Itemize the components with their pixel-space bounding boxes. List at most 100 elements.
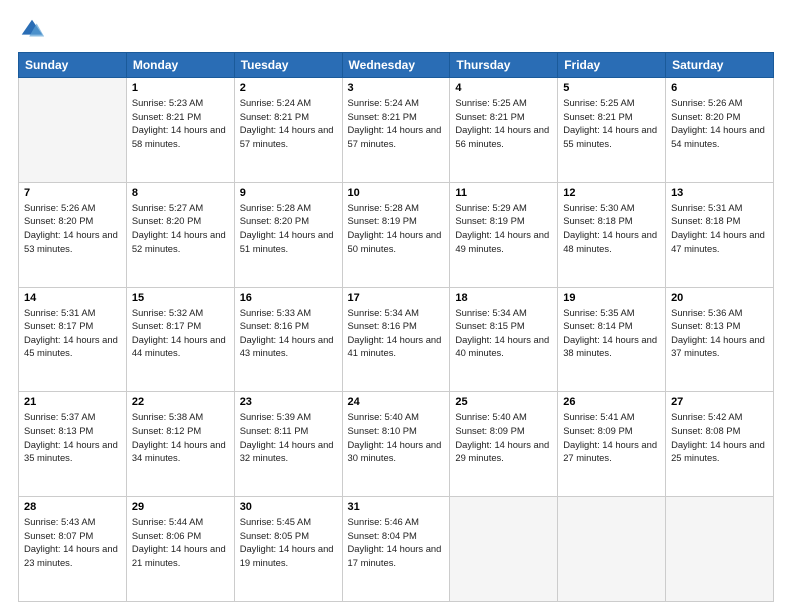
- cell-info: Sunrise: 5:23 AM Sunset: 8:21 PM Dayligh…: [132, 96, 229, 151]
- cell-info: Sunrise: 5:36 AM Sunset: 8:13 PM Dayligh…: [671, 306, 768, 361]
- day-number: 17: [348, 292, 445, 304]
- calendar-cell: 6 Sunrise: 5:26 AM Sunset: 8:20 PM Dayli…: [666, 78, 774, 183]
- sunrise-text: Sunrise: 5:23 AM: [132, 96, 229, 110]
- sunset-text: Sunset: 8:21 PM: [455, 110, 552, 124]
- calendar-cell: 23 Sunrise: 5:39 AM Sunset: 8:11 PM Dayl…: [234, 392, 342, 497]
- header: [18, 16, 774, 44]
- cell-info: Sunrise: 5:24 AM Sunset: 8:21 PM Dayligh…: [240, 96, 337, 151]
- day-number: 15: [132, 292, 229, 304]
- calendar-cell: 8 Sunrise: 5:27 AM Sunset: 8:20 PM Dayli…: [126, 182, 234, 287]
- calendar-cell: [666, 497, 774, 602]
- cell-info: Sunrise: 5:25 AM Sunset: 8:21 PM Dayligh…: [455, 96, 552, 151]
- day-number: 7: [24, 187, 121, 199]
- day-number: 24: [348, 396, 445, 408]
- calendar-cell: 2 Sunrise: 5:24 AM Sunset: 8:21 PM Dayli…: [234, 78, 342, 183]
- day-number: 8: [132, 187, 229, 199]
- cell-info: Sunrise: 5:34 AM Sunset: 8:15 PM Dayligh…: [455, 306, 552, 361]
- calendar-cell: 15 Sunrise: 5:32 AM Sunset: 8:17 PM Dayl…: [126, 287, 234, 392]
- day-number: 27: [671, 396, 768, 408]
- daylight-text: Daylight: 14 hours and 55 minutes.: [563, 123, 660, 150]
- day-number: 11: [455, 187, 552, 199]
- daylight-text: Daylight: 14 hours and 52 minutes.: [132, 228, 229, 255]
- day-number: 19: [563, 292, 660, 304]
- sunset-text: Sunset: 8:16 PM: [240, 319, 337, 333]
- sunset-text: Sunset: 8:20 PM: [671, 110, 768, 124]
- calendar-header-row: SundayMondayTuesdayWednesdayThursdayFrid…: [19, 53, 774, 78]
- daylight-text: Daylight: 14 hours and 29 minutes.: [455, 438, 552, 465]
- daylight-text: Daylight: 14 hours and 56 minutes.: [455, 123, 552, 150]
- calendar-cell: 5 Sunrise: 5:25 AM Sunset: 8:21 PM Dayli…: [558, 78, 666, 183]
- calendar-cell: 29 Sunrise: 5:44 AM Sunset: 8:06 PM Dayl…: [126, 497, 234, 602]
- cell-info: Sunrise: 5:26 AM Sunset: 8:20 PM Dayligh…: [671, 96, 768, 151]
- day-number: 3: [348, 82, 445, 94]
- day-number: 10: [348, 187, 445, 199]
- day-number: 20: [671, 292, 768, 304]
- day-number: 26: [563, 396, 660, 408]
- calendar-cell: 26 Sunrise: 5:41 AM Sunset: 8:09 PM Dayl…: [558, 392, 666, 497]
- day-number: 21: [24, 396, 121, 408]
- cell-info: Sunrise: 5:38 AM Sunset: 8:12 PM Dayligh…: [132, 410, 229, 465]
- daylight-text: Daylight: 14 hours and 38 minutes.: [563, 333, 660, 360]
- daylight-text: Daylight: 14 hours and 47 minutes.: [671, 228, 768, 255]
- daylight-text: Daylight: 14 hours and 54 minutes.: [671, 123, 768, 150]
- calendar-cell: 27 Sunrise: 5:42 AM Sunset: 8:08 PM Dayl…: [666, 392, 774, 497]
- calendar-cell: 12 Sunrise: 5:30 AM Sunset: 8:18 PM Dayl…: [558, 182, 666, 287]
- cell-info: Sunrise: 5:32 AM Sunset: 8:17 PM Dayligh…: [132, 306, 229, 361]
- calendar-week-row: 14 Sunrise: 5:31 AM Sunset: 8:17 PM Dayl…: [19, 287, 774, 392]
- sunset-text: Sunset: 8:09 PM: [563, 424, 660, 438]
- sunrise-text: Sunrise: 5:29 AM: [455, 201, 552, 215]
- day-number: 6: [671, 82, 768, 94]
- sunrise-text: Sunrise: 5:34 AM: [455, 306, 552, 320]
- calendar-day-header: Saturday: [666, 53, 774, 78]
- calendar-cell: 10 Sunrise: 5:28 AM Sunset: 8:19 PM Dayl…: [342, 182, 450, 287]
- day-number: 23: [240, 396, 337, 408]
- sunrise-text: Sunrise: 5:40 AM: [455, 410, 552, 424]
- calendar-cell: 1 Sunrise: 5:23 AM Sunset: 8:21 PM Dayli…: [126, 78, 234, 183]
- sunrise-text: Sunrise: 5:36 AM: [671, 306, 768, 320]
- sunrise-text: Sunrise: 5:41 AM: [563, 410, 660, 424]
- logo: [18, 16, 50, 44]
- sunset-text: Sunset: 8:09 PM: [455, 424, 552, 438]
- sunrise-text: Sunrise: 5:32 AM: [132, 306, 229, 320]
- calendar-cell: [19, 78, 127, 183]
- calendar-cell: 22 Sunrise: 5:38 AM Sunset: 8:12 PM Dayl…: [126, 392, 234, 497]
- cell-info: Sunrise: 5:24 AM Sunset: 8:21 PM Dayligh…: [348, 96, 445, 151]
- sunrise-text: Sunrise: 5:46 AM: [348, 515, 445, 529]
- sunset-text: Sunset: 8:11 PM: [240, 424, 337, 438]
- calendar-day-header: Friday: [558, 53, 666, 78]
- sunset-text: Sunset: 8:19 PM: [455, 214, 552, 228]
- daylight-text: Daylight: 14 hours and 49 minutes.: [455, 228, 552, 255]
- sunset-text: Sunset: 8:07 PM: [24, 529, 121, 543]
- sunrise-text: Sunrise: 5:24 AM: [348, 96, 445, 110]
- calendar-cell: 14 Sunrise: 5:31 AM Sunset: 8:17 PM Dayl…: [19, 287, 127, 392]
- sunset-text: Sunset: 8:20 PM: [240, 214, 337, 228]
- daylight-text: Daylight: 14 hours and 58 minutes.: [132, 123, 229, 150]
- sunrise-text: Sunrise: 5:31 AM: [671, 201, 768, 215]
- daylight-text: Daylight: 14 hours and 44 minutes.: [132, 333, 229, 360]
- day-number: 2: [240, 82, 337, 94]
- sunrise-text: Sunrise: 5:38 AM: [132, 410, 229, 424]
- calendar-cell: 9 Sunrise: 5:28 AM Sunset: 8:20 PM Dayli…: [234, 182, 342, 287]
- day-number: 31: [348, 501, 445, 513]
- daylight-text: Daylight: 14 hours and 27 minutes.: [563, 438, 660, 465]
- cell-info: Sunrise: 5:28 AM Sunset: 8:19 PM Dayligh…: [348, 201, 445, 256]
- calendar-day-header: Monday: [126, 53, 234, 78]
- calendar-cell: 28 Sunrise: 5:43 AM Sunset: 8:07 PM Dayl…: [19, 497, 127, 602]
- cell-info: Sunrise: 5:29 AM Sunset: 8:19 PM Dayligh…: [455, 201, 552, 256]
- calendar-day-header: Sunday: [19, 53, 127, 78]
- sunrise-text: Sunrise: 5:26 AM: [671, 96, 768, 110]
- daylight-text: Daylight: 14 hours and 57 minutes.: [240, 123, 337, 150]
- sunset-text: Sunset: 8:18 PM: [671, 214, 768, 228]
- sunrise-text: Sunrise: 5:34 AM: [348, 306, 445, 320]
- daylight-text: Daylight: 14 hours and 57 minutes.: [348, 123, 445, 150]
- logo-icon: [18, 16, 46, 44]
- calendar-day-header: Tuesday: [234, 53, 342, 78]
- cell-info: Sunrise: 5:33 AM Sunset: 8:16 PM Dayligh…: [240, 306, 337, 361]
- day-number: 14: [24, 292, 121, 304]
- sunset-text: Sunset: 8:21 PM: [348, 110, 445, 124]
- sunrise-text: Sunrise: 5:40 AM: [348, 410, 445, 424]
- cell-info: Sunrise: 5:35 AM Sunset: 8:14 PM Dayligh…: [563, 306, 660, 361]
- sunrise-text: Sunrise: 5:31 AM: [24, 306, 121, 320]
- cell-info: Sunrise: 5:40 AM Sunset: 8:10 PM Dayligh…: [348, 410, 445, 465]
- calendar-cell: 11 Sunrise: 5:29 AM Sunset: 8:19 PM Dayl…: [450, 182, 558, 287]
